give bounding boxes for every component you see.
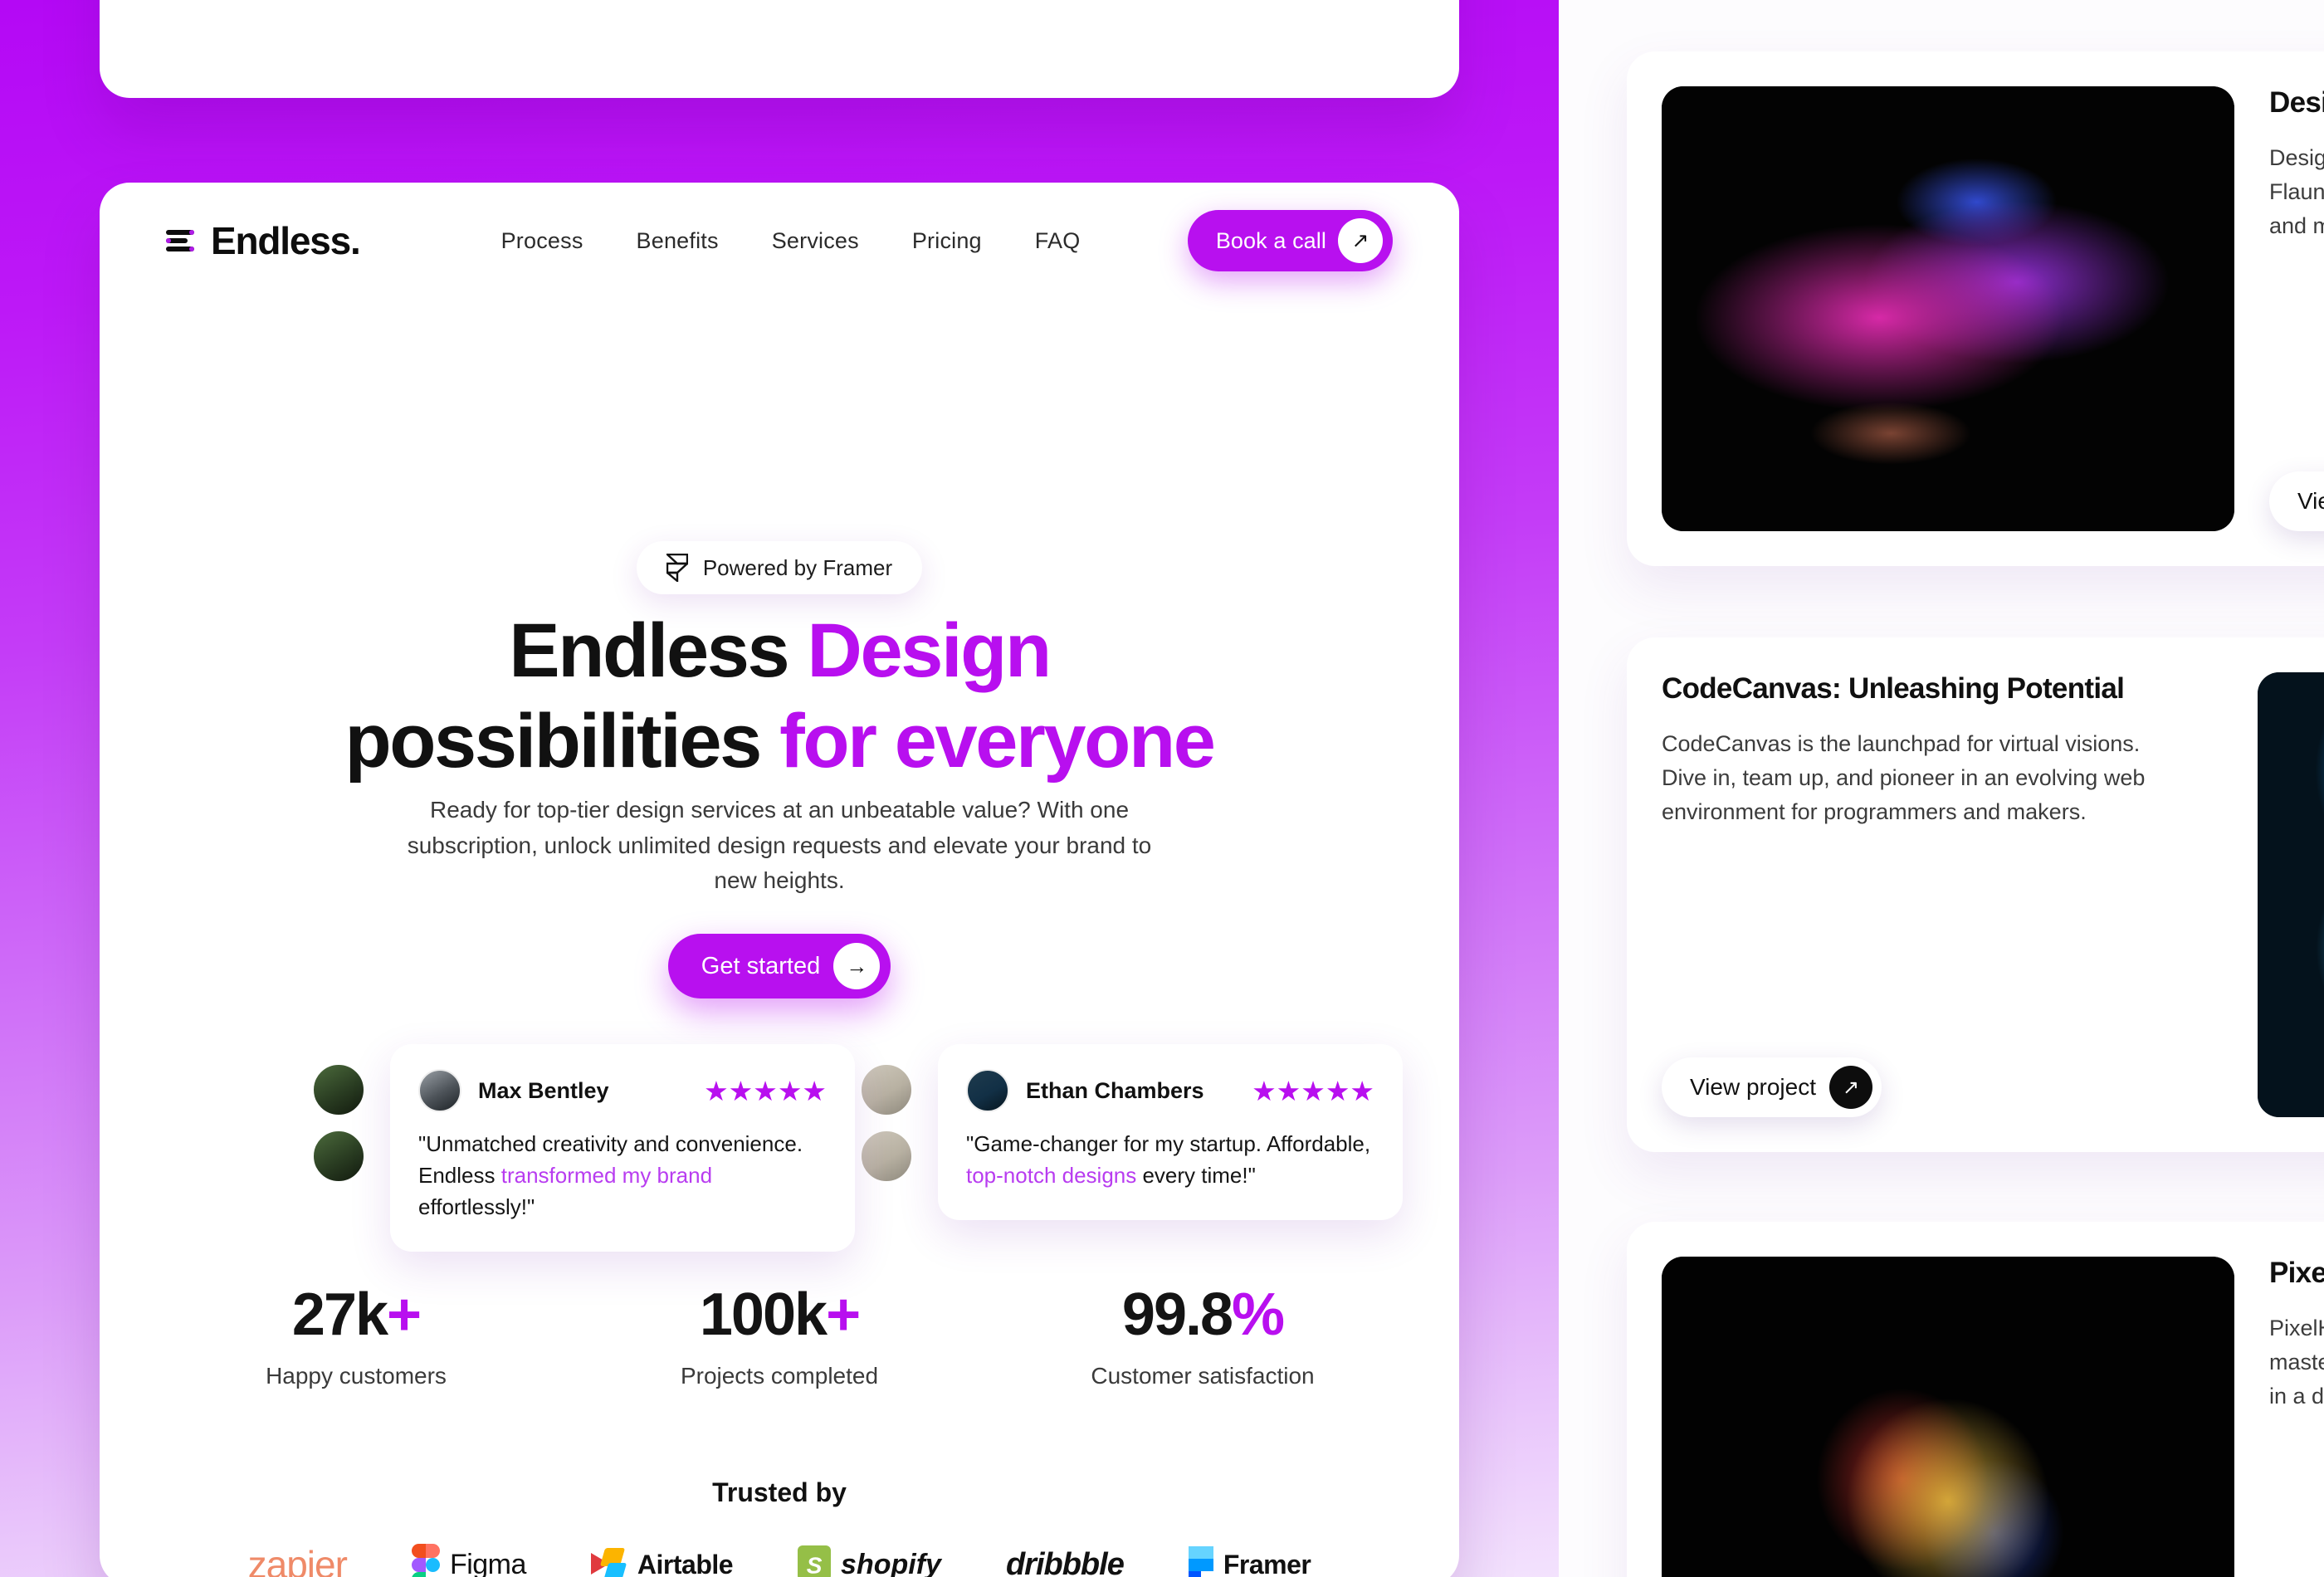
dribbble-logo-icon: dribbble	[1005, 1546, 1125, 1577]
stat-label: Happy customers	[266, 1363, 447, 1389]
testimonial-author: Max Bentley	[478, 1077, 609, 1103]
nav-link-faq[interactable]: FAQ	[1035, 228, 1081, 254]
stat-symbol: %	[1232, 1282, 1285, 1348]
hero-title-line2-accent: for everyone	[779, 698, 1216, 784]
hero-title: Endless Design possibilities for everyon…	[100, 606, 1459, 786]
get-started-label: Get started	[701, 952, 821, 979]
hero-title-line1-plain: Endless	[509, 608, 808, 693]
stat-happy-customers: 27k+ Happy customers	[219, 1282, 493, 1389]
stat-symbol: +	[387, 1282, 422, 1348]
book-a-call-label: Book a call	[1215, 227, 1326, 253]
zapier-logo-icon: zapier	[247, 1543, 348, 1577]
arrow-right-icon: →	[833, 943, 881, 989]
nav-link-services[interactable]: Services	[772, 228, 859, 254]
book-a-call-button[interactable]: Book a call ↗	[1187, 210, 1393, 271]
star-rating-icon: ★★★★★	[704, 1075, 827, 1106]
testimonial-quote-highlight: transformed my brand	[500, 1162, 713, 1188]
hero-subtitle: Ready for top-tier design services at an…	[407, 797, 1152, 894]
hero-section-card: Endless. Process Benefits Services Prici…	[100, 183, 1459, 1577]
avatar	[859, 1129, 914, 1184]
shopify-logo-icon	[798, 1545, 832, 1577]
testimonials-row: Max Bentley ★★★★★ "Unmatched creativity …	[311, 1038, 1423, 1252]
stat-symbol: +	[826, 1282, 861, 1348]
testimonial-quote: "Unmatched creativity and convenience. E…	[418, 1131, 803, 1219]
stat-value: 27k	[291, 1282, 388, 1348]
stats-row: 27k+ Happy customers 100k+ Projects comp…	[100, 1282, 1459, 1389]
stat-label: Projects completed	[680, 1363, 879, 1389]
avatar	[966, 1069, 1009, 1112]
trusted-by-logos: zapier Figma Airtable shopify dribbble	[100, 1536, 1459, 1577]
project-title: CodeCanvas: Unleashing Potential	[1662, 672, 2125, 705]
powered-by-badge-wrap: Powered by Framer	[100, 541, 1459, 594]
avatar	[859, 1062, 914, 1117]
logo-airtable: Airtable	[590, 1536, 734, 1577]
stat-projects-completed: 100k+ Projects completed	[642, 1282, 916, 1389]
right-projects-panel: Design Design Flaunt and m View ↗ CodeCa…	[1559, 0, 2324, 1577]
logo-figma: Figma	[411, 1536, 526, 1577]
avatar	[311, 1129, 366, 1184]
avatar	[418, 1069, 461, 1112]
framer-label: Framer	[1223, 1549, 1311, 1577]
airtable-logo-icon	[590, 1548, 627, 1577]
nav-link-benefits[interactable]: Benefits	[637, 228, 719, 254]
trusted-by-title: Trusted by	[712, 1477, 847, 1507]
project-card[interactable]: Design Design Flaunt and m View ↗	[1627, 51, 2324, 566]
view-project-button[interactable]: View ↗	[2269, 471, 2324, 531]
stat-value: 100k	[699, 1282, 828, 1348]
project-title: Design	[2269, 86, 2324, 119]
testimonial-quote: "Game-changer for my startup. Affordable…	[966, 1131, 1371, 1188]
avatar-stack-left	[311, 1062, 366, 1195]
testimonial-card: Max Bentley ★★★★★ "Unmatched creativity …	[390, 1044, 855, 1252]
powered-by-framer-badge[interactable]: Powered by Framer	[636, 541, 923, 594]
nav-link-pricing[interactable]: Pricing	[912, 228, 982, 254]
logo-zapier: zapier	[247, 1536, 348, 1577]
view-project-label: View project	[1690, 1074, 1817, 1100]
previous-section-card	[100, 0, 1459, 98]
hero-title-line2-plain: possibilities	[344, 698, 780, 784]
testimonial-quote-highlight: top-notch designs	[966, 1162, 1137, 1188]
hero-cta-wrap: Get started →	[100, 934, 1459, 998]
logo-dribbble: dribbble	[1005, 1536, 1125, 1577]
figma-logo-icon	[411, 1544, 440, 1577]
brand-logo[interactable]: Endless.	[166, 218, 361, 263]
left-preview-panel: Endless. Process Benefits Services Prici…	[0, 0, 1559, 1577]
logo-shopify: shopify	[798, 1536, 941, 1577]
project-description: PixelHu maste in a dy	[2269, 1316, 2324, 1409]
project-image-painted-hand	[1662, 1257, 2234, 1577]
shopify-label: shopify	[841, 1548, 941, 1577]
star-rating-icon: ★★★★★	[1252, 1075, 1374, 1106]
get-started-button[interactable]: Get started →	[667, 934, 891, 998]
arrow-up-right-icon: ↗	[1338, 218, 1383, 263]
avatar-stack-right	[859, 1062, 914, 1195]
testimonial-card: Ethan Chambers ★★★★★ "Game-changer for m…	[938, 1044, 1403, 1220]
view-project-label: View	[2297, 488, 2324, 514]
nav-link-process[interactable]: Process	[501, 228, 583, 254]
nav-links: Process Benefits Services Pricing FAQ	[501, 228, 1081, 254]
arrow-up-right-icon: ↗	[1829, 1066, 1873, 1109]
stat-value: 99.8	[1121, 1282, 1233, 1348]
stat-customer-satisfaction: 99.8% Customer satisfaction	[1066, 1282, 1340, 1389]
framer-logo-icon	[1188, 1546, 1213, 1577]
powered-by-framer-label: Powered by Framer	[702, 554, 893, 580]
hero-title-line1-accent: Design	[807, 608, 1052, 693]
project-image-blue-ink	[2258, 672, 2324, 1117]
view-project-button[interactable]: View project ↗	[1662, 1057, 1882, 1117]
airtable-label: Airtable	[637, 1549, 734, 1577]
figma-label: Figma	[449, 1548, 526, 1577]
project-description: Design Flaunt and m	[2269, 145, 2324, 239]
hamburger-icon[interactable]	[166, 230, 194, 251]
avatar	[311, 1062, 366, 1117]
brand-name: Endless.	[211, 219, 361, 262]
project-image-purple-splash	[1662, 86, 2234, 531]
project-card[interactable]: CodeCanvas: Unleashing Potential CodeCan…	[1627, 637, 2324, 1152]
framer-logo-icon	[666, 554, 688, 582]
logo-framer: Framer	[1188, 1536, 1311, 1577]
navbar: Endless. Process Benefits Services Prici…	[100, 183, 1459, 299]
project-title: PixelH	[2269, 1257, 2324, 1289]
project-description: CodeCanvas is the launchpad for virtual …	[1662, 731, 2146, 825]
stat-label: Customer satisfaction	[1091, 1363, 1315, 1389]
project-card[interactable]: PixelH PixelHu maste in a dy View projec…	[1627, 1222, 2324, 1577]
testimonial-author: Ethan Chambers	[1026, 1077, 1204, 1103]
